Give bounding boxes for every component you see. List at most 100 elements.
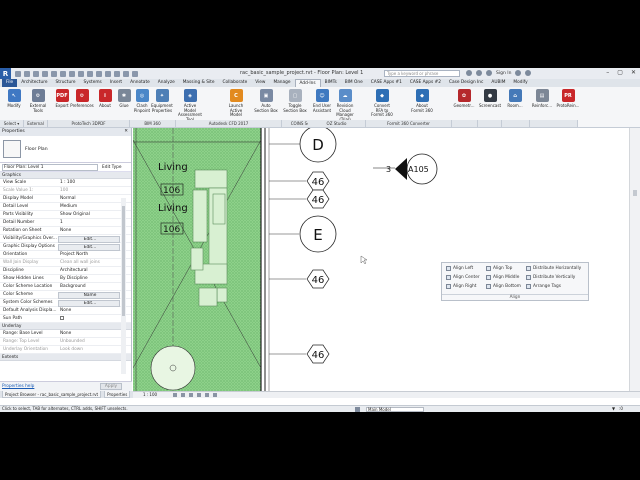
property-row[interactable]: Show Hidden Lines By Discipline [0, 275, 131, 283]
filter-icon[interactable]: ▼ [612, 406, 615, 412]
modify-button[interactable]: ↖ Modify [2, 89, 26, 109]
section-mark[interactable]: 3 A105 [373, 153, 438, 185]
property-value[interactable]: Architectural [58, 267, 120, 274]
reinforc-button[interactable]: ▤ Reinforc... [530, 89, 554, 109]
help-search-input[interactable]: Type a keyword or phrase [384, 70, 460, 77]
shadows-icon[interactable] [197, 393, 201, 397]
crop-view-icon[interactable] [205, 393, 209, 397]
tab-modify[interactable]: Modify [509, 79, 531, 87]
property-value[interactable]: None [58, 330, 120, 337]
property-edit-button[interactable]: Edit... [58, 299, 120, 307]
visual-style-icon[interactable] [181, 393, 185, 397]
property-checkbox[interactable] [58, 315, 120, 322]
equipment-properties-button[interactable]: ✦ Equipment Properties [150, 89, 174, 113]
tab-case-apps-1[interactable]: CASE Apps #1 [367, 79, 406, 87]
sun-path-checkbox[interactable] [60, 315, 64, 320]
active-model-assessment-tool-button[interactable]: ◈Active Model Assessment Tool [178, 89, 202, 122]
end-user-assistant-button[interactable]: ☺ End User Assistant [310, 89, 334, 113]
preferences-button[interactable]: ⚙ Preferences [70, 89, 94, 109]
property-row[interactable]: Parts Visibility Show Original [0, 211, 131, 219]
auto-section-box-button[interactable]: ▣ Auto Section Box [254, 89, 278, 113]
tab-file[interactable]: File [2, 79, 18, 87]
detail-level-icon[interactable] [173, 393, 177, 397]
property-value[interactable]: Unbounded [58, 338, 120, 345]
property-row[interactable]: Orientation Project North [0, 251, 131, 259]
minimize-icon[interactable]: – [606, 69, 609, 76]
ribbon-panel-title[interactable]: OZ Studio [308, 120, 366, 127]
tab-analyze[interactable]: Analyze [154, 79, 179, 87]
dimension-icon[interactable] [69, 70, 75, 77]
align-bottom-button[interactable]: Align Bottom [486, 284, 521, 289]
property-row[interactable]: Range: Base Level None [0, 330, 131, 338]
tab-collaborate[interactable]: Collaborate [219, 79, 252, 87]
property-row[interactable]: Sun Path [0, 315, 131, 323]
subscription-icon[interactable] [476, 70, 482, 76]
view-scale[interactable]: 1 : 100 [143, 392, 157, 398]
tab-insert[interactable]: Insert [106, 79, 126, 87]
property-value[interactable]: Normal [58, 195, 120, 202]
edit-type-button[interactable]: Edit Type [102, 165, 122, 170]
tab-massing-site[interactable]: Massing & Site [179, 79, 219, 87]
property-row[interactable]: Color Scheme Location Background [0, 283, 131, 291]
text-icon[interactable] [87, 70, 93, 77]
ribbon-panel-title[interactable]: External [24, 120, 48, 127]
align-left-button[interactable]: Align Left [446, 266, 473, 271]
tab-view[interactable]: View [251, 79, 269, 87]
tab-architecture[interactable]: Architecture [17, 79, 51, 87]
undo-icon[interactable] [33, 70, 39, 77]
align-center-button[interactable]: Align Center [446, 275, 480, 280]
3d-view-icon[interactable] [96, 70, 102, 77]
property-row[interactable]: Scale Value 1: 100 [0, 187, 131, 195]
scroll-thumb[interactable] [122, 206, 125, 316]
level-hex-tag[interactable]: 46 [269, 269, 330, 289]
ribbon-panel-title[interactable] [502, 120, 530, 127]
group-graphics[interactable]: Graphics [0, 172, 131, 179]
align-top-button[interactable]: Align Top [486, 266, 512, 271]
apply-button[interactable]: Apply [100, 383, 122, 390]
sun-path-icon[interactable] [189, 393, 193, 397]
about-formit-360-button[interactable]: ◆ About Formit 360 [410, 89, 434, 113]
group-underlay[interactable]: Underlay [0, 323, 131, 330]
property-value[interactable]: By Discipline [58, 275, 120, 282]
level-hex-tag[interactable]: 46 [269, 171, 330, 191]
room-number-label[interactable]: 106 [163, 186, 180, 196]
ribbon-panel-title[interactable]: ProtoTech 3DPDF [48, 120, 130, 127]
property-row[interactable]: Rotation on Sheet None [0, 227, 131, 235]
maximize-icon[interactable]: ▢ [617, 69, 623, 76]
distribute-horizontally-button[interactable]: Distribute Horizontally [526, 266, 581, 271]
ribbon-panel-title[interactable] [452, 120, 478, 127]
sign-in-link[interactable]: Sign In [496, 71, 511, 76]
property-row[interactable]: Wall Join Display Clean all wall joins [0, 259, 131, 267]
align-right-button[interactable]: Align Right [446, 284, 476, 289]
ribbon-panel-title[interactable] [530, 120, 578, 127]
tab-structure[interactable]: Structure [52, 79, 80, 87]
close-hidden-icon[interactable] [123, 70, 129, 77]
property-row[interactable]: Display Model Normal [0, 195, 131, 203]
property-value[interactable]: None [58, 227, 120, 234]
property-edit-button[interactable]: Name [58, 291, 120, 299]
convert-rfa-to-formit-360-button[interactable]: ◆ Convert RFA to Formit 360 [370, 89, 394, 118]
launch-active-model-button[interactable]: C Launch Active Model [224, 89, 248, 118]
level-hex-tag[interactable]: 46 [269, 344, 330, 364]
property-row[interactable]: Range: Top Level Unbounded [0, 338, 131, 346]
geometr-button[interactable]: ✿ Geometr... [452, 89, 476, 109]
drawing-scrollbar[interactable] [629, 128, 640, 391]
save-icon[interactable] [24, 70, 30, 77]
property-value[interactable]: Show Original [58, 211, 120, 218]
close-icon[interactable]: ✕ [631, 69, 636, 76]
property-value[interactable]: 1 [58, 219, 120, 226]
property-row[interactable]: Graphic Display Options Edit... [0, 243, 131, 251]
property-edit-button[interactable]: Edit... [58, 243, 120, 251]
tab-bimts[interactable]: BIMTs [321, 79, 341, 87]
property-row[interactable]: Detail Level Medium [0, 203, 131, 211]
ribbon-panel-title[interactable]: Select ▾ [0, 120, 24, 127]
project-browser-tab[interactable]: Project Browser - rac_basic_sample_proje… [2, 391, 102, 398]
tab-bim-one[interactable]: BIM One [341, 79, 367, 87]
property-edit-button[interactable]: Edit... [58, 235, 120, 243]
property-value[interactable]: Look down [58, 346, 120, 353]
tab-systems[interactable]: Systems [80, 79, 106, 87]
property-row[interactable]: System Color Schemes Edit... [0, 299, 131, 307]
property-row[interactable]: View Scale 1 : 100 [0, 179, 131, 187]
property-value[interactable]: Background [58, 283, 120, 290]
group-extents[interactable]: Extents [0, 354, 131, 361]
